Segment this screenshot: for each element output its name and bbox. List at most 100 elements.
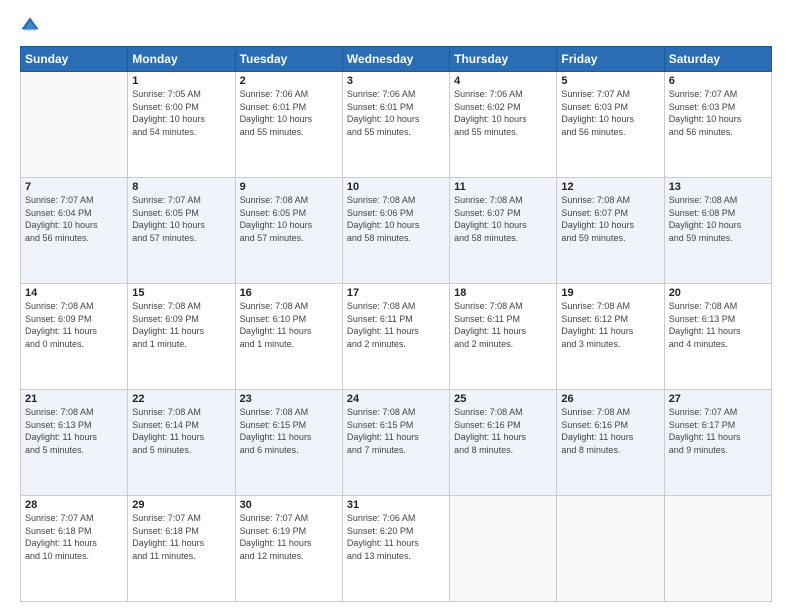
calendar-cell: 1Sunrise: 7:05 AM Sunset: 6:00 PM Daylig… xyxy=(128,72,235,178)
day-number: 14 xyxy=(25,287,123,299)
calendar-cell: 22Sunrise: 7:08 AM Sunset: 6:14 PM Dayli… xyxy=(128,390,235,496)
calendar-cell: 4Sunrise: 7:06 AM Sunset: 6:02 PM Daylig… xyxy=(450,72,557,178)
day-number: 29 xyxy=(132,499,230,511)
day-info: Sunrise: 7:08 AM Sunset: 6:14 PM Dayligh… xyxy=(132,406,230,456)
header xyxy=(20,16,772,36)
calendar-cell: 24Sunrise: 7:08 AM Sunset: 6:15 PM Dayli… xyxy=(342,390,449,496)
calendar-cell: 17Sunrise: 7:08 AM Sunset: 6:11 PM Dayli… xyxy=(342,284,449,390)
calendar-cell: 6Sunrise: 7:07 AM Sunset: 6:03 PM Daylig… xyxy=(664,72,771,178)
day-info: Sunrise: 7:07 AM Sunset: 6:03 PM Dayligh… xyxy=(561,88,659,138)
calendar-cell: 18Sunrise: 7:08 AM Sunset: 6:11 PM Dayli… xyxy=(450,284,557,390)
weekday-header-row: SundayMondayTuesdayWednesdayThursdayFrid… xyxy=(21,47,772,72)
day-info: Sunrise: 7:08 AM Sunset: 6:08 PM Dayligh… xyxy=(669,194,767,244)
day-number: 17 xyxy=(347,287,445,299)
day-number: 31 xyxy=(347,499,445,511)
day-info: Sunrise: 7:08 AM Sunset: 6:07 PM Dayligh… xyxy=(561,194,659,244)
day-number: 9 xyxy=(240,181,338,193)
day-info: Sunrise: 7:07 AM Sunset: 6:19 PM Dayligh… xyxy=(240,512,338,562)
calendar-cell: 31Sunrise: 7:06 AM Sunset: 6:20 PM Dayli… xyxy=(342,496,449,602)
logo-icon xyxy=(20,16,40,36)
day-number: 19 xyxy=(561,287,659,299)
calendar-cell: 11Sunrise: 7:08 AM Sunset: 6:07 PM Dayli… xyxy=(450,178,557,284)
calendar-cell: 25Sunrise: 7:08 AM Sunset: 6:16 PM Dayli… xyxy=(450,390,557,496)
day-info: Sunrise: 7:08 AM Sunset: 6:16 PM Dayligh… xyxy=(561,406,659,456)
day-number: 13 xyxy=(669,181,767,193)
day-info: Sunrise: 7:07 AM Sunset: 6:03 PM Dayligh… xyxy=(669,88,767,138)
day-info: Sunrise: 7:06 AM Sunset: 6:01 PM Dayligh… xyxy=(347,88,445,138)
day-info: Sunrise: 7:08 AM Sunset: 6:10 PM Dayligh… xyxy=(240,300,338,350)
calendar-cell: 10Sunrise: 7:08 AM Sunset: 6:06 PM Dayli… xyxy=(342,178,449,284)
calendar-table: SundayMondayTuesdayWednesdayThursdayFrid… xyxy=(20,46,772,602)
weekday-header-wednesday: Wednesday xyxy=(342,47,449,72)
day-info: Sunrise: 7:08 AM Sunset: 6:15 PM Dayligh… xyxy=(240,406,338,456)
day-number: 3 xyxy=(347,75,445,87)
day-info: Sunrise: 7:07 AM Sunset: 6:04 PM Dayligh… xyxy=(25,194,123,244)
calendar-week-row: 7Sunrise: 7:07 AM Sunset: 6:04 PM Daylig… xyxy=(21,178,772,284)
day-number: 7 xyxy=(25,181,123,193)
calendar-cell: 7Sunrise: 7:07 AM Sunset: 6:04 PM Daylig… xyxy=(21,178,128,284)
day-info: Sunrise: 7:08 AM Sunset: 6:11 PM Dayligh… xyxy=(347,300,445,350)
logo-area xyxy=(20,16,44,36)
page: SundayMondayTuesdayWednesdayThursdayFrid… xyxy=(0,0,792,612)
day-number: 20 xyxy=(669,287,767,299)
weekday-header-tuesday: Tuesday xyxy=(235,47,342,72)
day-number: 5 xyxy=(561,75,659,87)
day-info: Sunrise: 7:06 AM Sunset: 6:20 PM Dayligh… xyxy=(347,512,445,562)
calendar-cell: 5Sunrise: 7:07 AM Sunset: 6:03 PM Daylig… xyxy=(557,72,664,178)
calendar-week-row: 14Sunrise: 7:08 AM Sunset: 6:09 PM Dayli… xyxy=(21,284,772,390)
calendar-cell: 8Sunrise: 7:07 AM Sunset: 6:05 PM Daylig… xyxy=(128,178,235,284)
day-info: Sunrise: 7:08 AM Sunset: 6:09 PM Dayligh… xyxy=(25,300,123,350)
calendar-week-row: 28Sunrise: 7:07 AM Sunset: 6:18 PM Dayli… xyxy=(21,496,772,602)
day-number: 11 xyxy=(454,181,552,193)
day-number: 26 xyxy=(561,393,659,405)
day-number: 24 xyxy=(347,393,445,405)
calendar-cell xyxy=(557,496,664,602)
calendar-cell: 26Sunrise: 7:08 AM Sunset: 6:16 PM Dayli… xyxy=(557,390,664,496)
day-number: 12 xyxy=(561,181,659,193)
day-info: Sunrise: 7:07 AM Sunset: 6:05 PM Dayligh… xyxy=(132,194,230,244)
calendar-cell: 21Sunrise: 7:08 AM Sunset: 6:13 PM Dayli… xyxy=(21,390,128,496)
day-number: 4 xyxy=(454,75,552,87)
calendar-cell: 20Sunrise: 7:08 AM Sunset: 6:13 PM Dayli… xyxy=(664,284,771,390)
calendar-cell: 30Sunrise: 7:07 AM Sunset: 6:19 PM Dayli… xyxy=(235,496,342,602)
day-info: Sunrise: 7:08 AM Sunset: 6:15 PM Dayligh… xyxy=(347,406,445,456)
calendar-cell: 2Sunrise: 7:06 AM Sunset: 6:01 PM Daylig… xyxy=(235,72,342,178)
calendar-cell: 15Sunrise: 7:08 AM Sunset: 6:09 PM Dayli… xyxy=(128,284,235,390)
calendar-cell: 28Sunrise: 7:07 AM Sunset: 6:18 PM Dayli… xyxy=(21,496,128,602)
calendar-cell: 23Sunrise: 7:08 AM Sunset: 6:15 PM Dayli… xyxy=(235,390,342,496)
day-info: Sunrise: 7:08 AM Sunset: 6:07 PM Dayligh… xyxy=(454,194,552,244)
day-info: Sunrise: 7:08 AM Sunset: 6:13 PM Dayligh… xyxy=(669,300,767,350)
weekday-header-thursday: Thursday xyxy=(450,47,557,72)
calendar-cell: 12Sunrise: 7:08 AM Sunset: 6:07 PM Dayli… xyxy=(557,178,664,284)
calendar-cell: 3Sunrise: 7:06 AM Sunset: 6:01 PM Daylig… xyxy=(342,72,449,178)
day-number: 22 xyxy=(132,393,230,405)
day-info: Sunrise: 7:07 AM Sunset: 6:17 PM Dayligh… xyxy=(669,406,767,456)
day-info: Sunrise: 7:08 AM Sunset: 6:13 PM Dayligh… xyxy=(25,406,123,456)
calendar-cell: 14Sunrise: 7:08 AM Sunset: 6:09 PM Dayli… xyxy=(21,284,128,390)
day-number: 10 xyxy=(347,181,445,193)
weekday-header-saturday: Saturday xyxy=(664,47,771,72)
day-number: 18 xyxy=(454,287,552,299)
weekday-header-monday: Monday xyxy=(128,47,235,72)
day-info: Sunrise: 7:06 AM Sunset: 6:02 PM Dayligh… xyxy=(454,88,552,138)
calendar-cell xyxy=(450,496,557,602)
day-number: 21 xyxy=(25,393,123,405)
calendar-cell: 19Sunrise: 7:08 AM Sunset: 6:12 PM Dayli… xyxy=(557,284,664,390)
day-info: Sunrise: 7:08 AM Sunset: 6:11 PM Dayligh… xyxy=(454,300,552,350)
calendar-cell: 9Sunrise: 7:08 AM Sunset: 6:05 PM Daylig… xyxy=(235,178,342,284)
calendar-cell xyxy=(21,72,128,178)
day-number: 27 xyxy=(669,393,767,405)
day-info: Sunrise: 7:08 AM Sunset: 6:12 PM Dayligh… xyxy=(561,300,659,350)
day-info: Sunrise: 7:08 AM Sunset: 6:16 PM Dayligh… xyxy=(454,406,552,456)
day-number: 1 xyxy=(132,75,230,87)
calendar-week-row: 21Sunrise: 7:08 AM Sunset: 6:13 PM Dayli… xyxy=(21,390,772,496)
day-number: 23 xyxy=(240,393,338,405)
day-info: Sunrise: 7:07 AM Sunset: 6:18 PM Dayligh… xyxy=(132,512,230,562)
day-info: Sunrise: 7:08 AM Sunset: 6:06 PM Dayligh… xyxy=(347,194,445,244)
day-info: Sunrise: 7:07 AM Sunset: 6:18 PM Dayligh… xyxy=(25,512,123,562)
day-info: Sunrise: 7:08 AM Sunset: 6:09 PM Dayligh… xyxy=(132,300,230,350)
weekday-header-friday: Friday xyxy=(557,47,664,72)
day-number: 28 xyxy=(25,499,123,511)
day-number: 25 xyxy=(454,393,552,405)
day-number: 8 xyxy=(132,181,230,193)
